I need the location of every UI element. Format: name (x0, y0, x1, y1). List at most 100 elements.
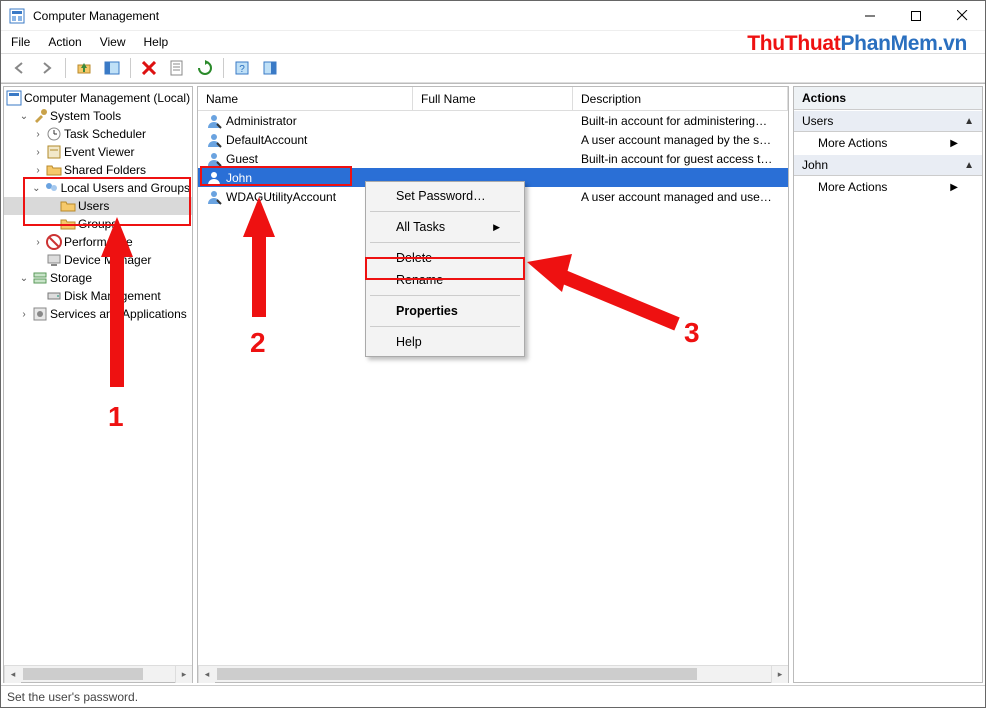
window-title: Computer Management (33, 9, 159, 23)
tree-node-performance[interactable]: › Performance (4, 233, 192, 251)
collapse-icon[interactable]: ⌄ (18, 111, 30, 122)
folder-icon (46, 162, 62, 178)
context-menu: Set Password… All Tasks▶ Delete Rename P… (365, 181, 525, 357)
delete-button[interactable] (137, 56, 161, 80)
list-cell-desc: Built-in account for administering… (573, 114, 788, 128)
svg-text:?: ? (239, 64, 245, 75)
collapse-icon[interactable]: ⌄ (32, 183, 41, 194)
list-cell-name: WDAGUtilityAccount (226, 190, 336, 204)
expand-icon[interactable]: › (18, 309, 30, 320)
list-cell-name: John (226, 171, 252, 185)
actions-link-more[interactable]: More Actions ▶ (794, 132, 982, 154)
tree-label: Storage (50, 271, 92, 285)
context-separator (370, 242, 520, 243)
toolbar-separator (223, 58, 224, 78)
device-icon (46, 252, 62, 268)
submenu-arrow-icon: ▶ (950, 182, 958, 193)
storage-icon (32, 270, 48, 286)
actions-section-label: Users (802, 114, 833, 128)
tree-label: Local Users and Groups (61, 181, 190, 195)
menu-view[interactable]: View (100, 35, 126, 49)
mmc-icon (6, 90, 22, 106)
tree-node-groups[interactable]: Groups (4, 215, 192, 233)
list-horizontal-scrollbar[interactable]: ◂ ▸ (198, 665, 788, 682)
tree-node-services-apps[interactable]: › Services and Applications (4, 305, 192, 323)
actions-link-label: More Actions (818, 180, 887, 194)
tree-node-shared-folders[interactable]: › Shared Folders (4, 161, 192, 179)
event-icon (46, 144, 62, 160)
user-icon (206, 170, 222, 186)
folder-icon (60, 198, 76, 214)
folder-icon (60, 216, 76, 232)
list-row[interactable]: Guest Built-in account for guest access … (198, 149, 788, 168)
menu-help[interactable]: Help (144, 35, 169, 49)
tree-node-device-manager[interactable]: Device Manager (4, 251, 192, 269)
toolbar-separator (130, 58, 131, 78)
tree-label: System Tools (50, 109, 121, 123)
context-item-rename[interactable]: Rename (368, 269, 522, 291)
up-folder-button[interactable] (72, 56, 96, 80)
list-row[interactable]: DefaultAccount A user account managed by… (198, 130, 788, 149)
list-header: Name Full Name Description (198, 87, 788, 111)
context-separator (370, 326, 520, 327)
minimize-button[interactable] (847, 1, 893, 31)
context-item-properties[interactable]: Properties (368, 300, 522, 322)
expand-icon[interactable]: › (32, 129, 44, 140)
tree-label: Shared Folders (64, 163, 146, 177)
services-icon (32, 306, 48, 322)
clock-icon (46, 126, 62, 142)
help-button[interactable]: ? (230, 56, 254, 80)
refresh-button[interactable] (193, 56, 217, 80)
actions-section-john[interactable]: John ▲ (794, 154, 982, 176)
tree-label: Event Viewer (64, 145, 134, 159)
tree-node-task-scheduler[interactable]: › Task Scheduler (4, 125, 192, 143)
collapse-icon: ▲ (964, 160, 974, 171)
show-hide-tree-button[interactable] (100, 56, 124, 80)
expand-icon[interactable]: › (32, 147, 44, 158)
disk-icon (46, 288, 62, 304)
tree-node-event-viewer[interactable]: › Event Viewer (4, 143, 192, 161)
status-bar: Set the user's password. (1, 685, 985, 707)
performance-icon (46, 234, 62, 250)
tree-horizontal-scrollbar[interactable]: ◂ ▸ (4, 665, 192, 682)
collapse-icon: ▲ (964, 116, 974, 127)
context-item-set-password[interactable]: Set Password… (368, 185, 522, 207)
action-pane-button[interactable] (258, 56, 282, 80)
maximize-button[interactable] (893, 1, 939, 31)
actions-header: Actions (794, 87, 982, 110)
nav-back-button[interactable] (7, 56, 31, 80)
list-row[interactable]: Administrator Built-in account for admin… (198, 111, 788, 130)
tree-node-disk-management[interactable]: Disk Management (4, 287, 192, 305)
list-cell-name: DefaultAccount (226, 133, 307, 147)
nav-forward-button[interactable] (35, 56, 59, 80)
list-cell-name: Administrator (226, 114, 297, 128)
tree-node-system-tools[interactable]: ⌄ System Tools (4, 107, 192, 125)
actions-section-users[interactable]: Users ▲ (794, 110, 982, 132)
collapse-icon[interactable]: ⌄ (18, 273, 30, 284)
tree-node-storage[interactable]: ⌄ Storage (4, 269, 192, 287)
tools-icon (32, 108, 48, 124)
menu-action[interactable]: Action (48, 35, 81, 49)
actions-pane: Actions Users ▲ More Actions ▶ John ▲ Mo… (793, 86, 983, 683)
column-header-name[interactable]: Name (198, 87, 413, 110)
tree-node-root[interactable]: Computer Management (Local) (4, 89, 192, 107)
console-tree[interactable]: Computer Management (Local) ⌄ System Too… (4, 87, 192, 665)
tree-node-local-users-groups[interactable]: ⌄ Local Users and Groups (4, 179, 192, 197)
menu-file[interactable]: File (11, 35, 30, 49)
list-pane: Name Full Name Description Administrator… (197, 86, 789, 683)
status-text: Set the user's password. (7, 690, 138, 704)
actions-link-more[interactable]: More Actions ▶ (794, 176, 982, 198)
tree-label: Computer Management (Local) (24, 91, 190, 105)
column-header-fullname[interactable]: Full Name (413, 87, 573, 110)
expand-icon[interactable]: › (32, 165, 44, 176)
expand-icon[interactable]: › (32, 237, 44, 248)
context-item-all-tasks[interactable]: All Tasks▶ (368, 216, 522, 238)
user-icon (206, 151, 222, 167)
context-item-help[interactable]: Help (368, 331, 522, 353)
context-item-delete[interactable]: Delete (368, 247, 522, 269)
close-button[interactable] (939, 1, 985, 31)
column-header-description[interactable]: Description (573, 87, 788, 110)
tree-node-users[interactable]: Users (4, 197, 192, 215)
properties-button[interactable] (165, 56, 189, 80)
tree-label: Services and Applications (50, 307, 187, 321)
